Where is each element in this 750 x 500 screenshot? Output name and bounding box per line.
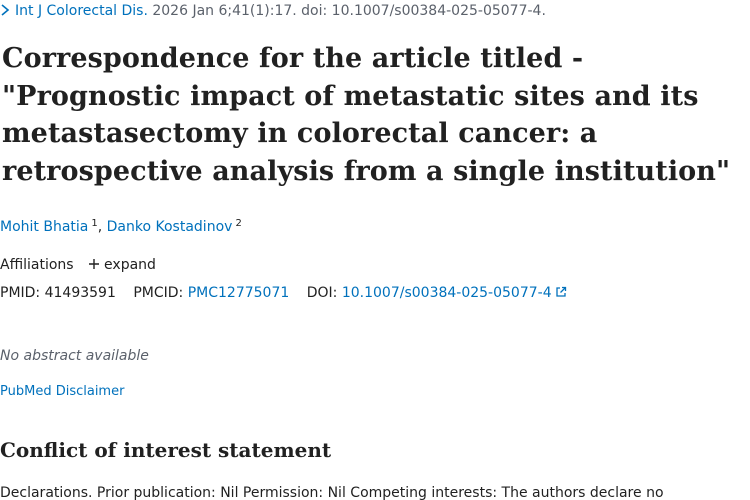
conflict-of-interest-text: Declarations. Prior publication: Nil Per… xyxy=(0,485,664,500)
citation-details: 2026 Jan 6;41(1):17. doi: 10.1007/s00384… xyxy=(152,3,546,19)
author-separator: , xyxy=(97,219,103,235)
doi-label: DOI: xyxy=(306,285,338,301)
doi-link[interactable]: 10.1007/s00384-025-05077-4 xyxy=(342,285,567,301)
author-affiliation-ref[interactable]: 2 xyxy=(235,218,241,229)
author-link-kostadinov[interactable]: Danko Kostadinov xyxy=(107,219,233,235)
expand-label: expand xyxy=(104,257,156,273)
identifiers-row: PMID: 41493591 PMCID: PMC12775071 DOI: 1… xyxy=(0,285,567,301)
abstract-status: No abstract available xyxy=(0,348,149,364)
chevron-right-icon[interactable] xyxy=(0,3,11,17)
pubmed-disclaimer-link[interactable]: PubMed Disclaimer xyxy=(0,384,124,399)
authors-list: Mohit Bhatia 1, Danko Kostadinov 2 xyxy=(0,218,242,235)
plus-icon xyxy=(89,259,100,269)
affiliations-row: Affiliations expand xyxy=(0,257,156,273)
affiliations-label: Affiliations xyxy=(0,257,74,273)
affiliations-expand-button[interactable]: expand xyxy=(88,257,156,273)
author-link-bhatia[interactable]: Mohit Bhatia xyxy=(0,219,88,235)
citation-line: Int J Colorectal Dis. 2026 Jan 6;41(1):1… xyxy=(0,3,546,19)
conflict-of-interest-heading: Conflict of interest statement xyxy=(0,438,332,462)
pmid-value: 41493591 xyxy=(44,285,116,301)
pmid-label: PMID: xyxy=(0,285,41,301)
doi-value: 10.1007/s00384-025-05077-4 xyxy=(341,285,552,301)
article-title: Correspondence for the article titled - … xyxy=(2,43,731,187)
pmcid-label: PMCID: xyxy=(133,285,184,301)
external-link-icon xyxy=(555,286,566,297)
pmcid-link[interactable]: PMC12775071 xyxy=(188,285,290,301)
journal-link[interactable]: Int J Colorectal Dis. xyxy=(15,3,148,19)
